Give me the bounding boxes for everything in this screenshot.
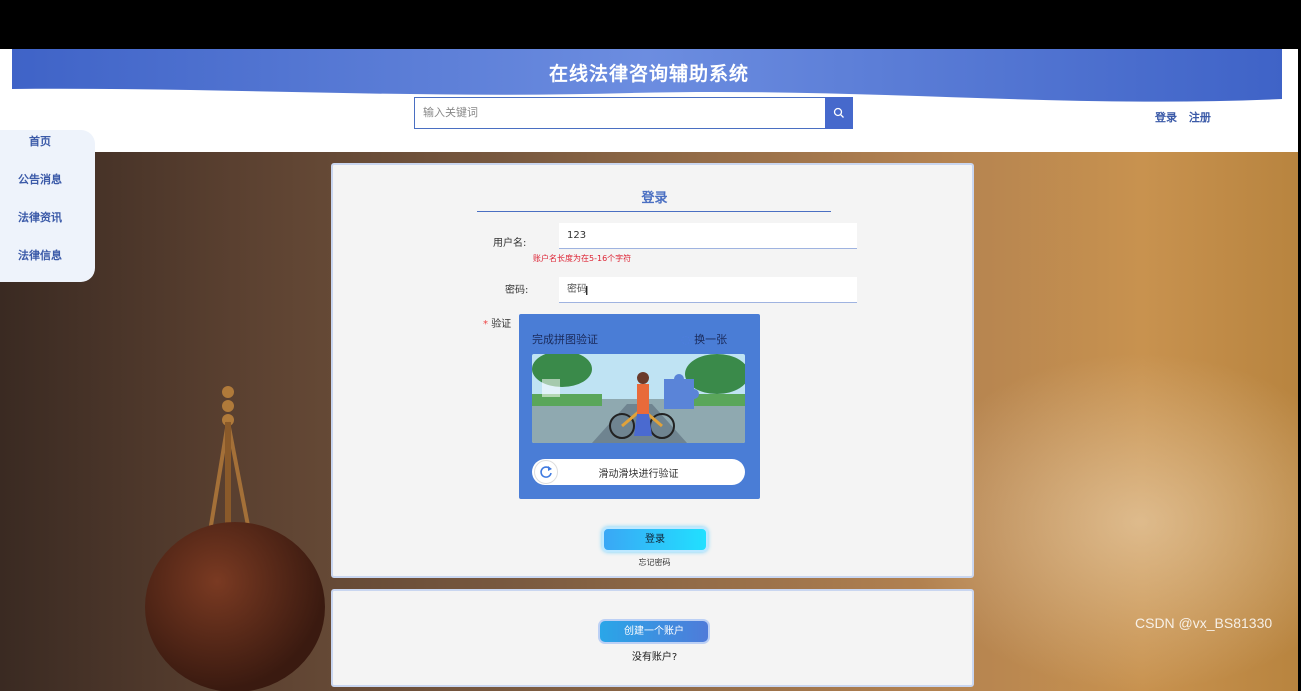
search-input[interactable]: 输入关键词 — [414, 97, 826, 129]
text-cursor-icon: I — [585, 284, 589, 298]
site-title: 在线法律咨询辅助系统 — [548, 63, 749, 85]
slider-handle[interactable] — [534, 460, 558, 484]
sidebar-item-announcements[interactable]: 公告消息 — [0, 171, 80, 187]
captcha-title: 完成拼图验证 — [532, 333, 598, 346]
no-account-text: 没有账户? — [631, 652, 678, 663]
login-panel: 登录 用户名: 123 账户名长度为在5-16个字符 密码: 密码 * 验证 完… — [331, 163, 974, 578]
username-label: 用户名: — [493, 238, 527, 249]
verify-label-group: * 验证 — [483, 315, 511, 330]
header: 在线法律咨询辅助系统 输入关键词 登录 注册 — [0, 49, 1298, 152]
puzzle-scene-image — [532, 354, 745, 443]
refresh-icon: ◌ — [681, 333, 691, 346]
login-heading: 登录 — [641, 191, 668, 206]
captcha-refresh-button[interactable]: ◌ 换一张 — [681, 331, 727, 347]
captcha-widget: 完成拼图验证 ◌ 换一张 滑动滑块进行验证 — [519, 314, 760, 499]
login-button[interactable]: 登录 — [602, 527, 708, 552]
sidebar-nav: 首页 公告消息 法律资讯 法律信息 — [0, 130, 95, 282]
gavel-image — [145, 522, 325, 691]
search-icon — [833, 107, 844, 118]
login-link[interactable]: 登录 — [1155, 111, 1177, 124]
forgot-password-link[interactable]: 忘记密码 — [333, 557, 976, 568]
register-panel: 创建一个账户 没有账户? — [331, 589, 974, 687]
rotate-icon — [540, 466, 552, 478]
heading-divider — [477, 211, 831, 212]
page: 在线法律咨询辅助系统 输入关键词 登录 注册 首页 公告消息 法律资讯 法律信息… — [0, 49, 1298, 691]
password-field[interactable]: 密码 — [559, 277, 857, 303]
sidebar-item-home[interactable]: 首页 — [0, 133, 80, 149]
search-button[interactable] — [825, 97, 853, 129]
auth-links: 登录 注册 — [1155, 109, 1219, 125]
username-error: 账户名长度为在5-16个字符 — [533, 254, 632, 263]
create-account-button[interactable]: 创建一个账户 — [598, 619, 710, 644]
sidebar-item-legal-info[interactable]: 法律信息 — [0, 247, 80, 263]
password-label: 密码: — [505, 285, 529, 296]
username-field[interactable]: 123 — [559, 223, 857, 249]
captcha-puzzle-image — [532, 354, 745, 443]
slider-hint: 滑动滑块进行验证 — [598, 469, 679, 480]
screen-top-border — [0, 0, 1301, 49]
verify-label: 验证 — [491, 319, 512, 330]
sidebar-item-legal-news[interactable]: 法律资讯 — [0, 209, 80, 225]
captcha-refresh-label: 换一张 — [694, 333, 728, 346]
required-mark: * — [483, 319, 488, 330]
watermark: CSDN @vx_BS81330 — [1135, 615, 1273, 631]
captcha-slider-track: 滑动滑块进行验证 — [532, 459, 745, 485]
register-link[interactable]: 注册 — [1189, 111, 1211, 124]
